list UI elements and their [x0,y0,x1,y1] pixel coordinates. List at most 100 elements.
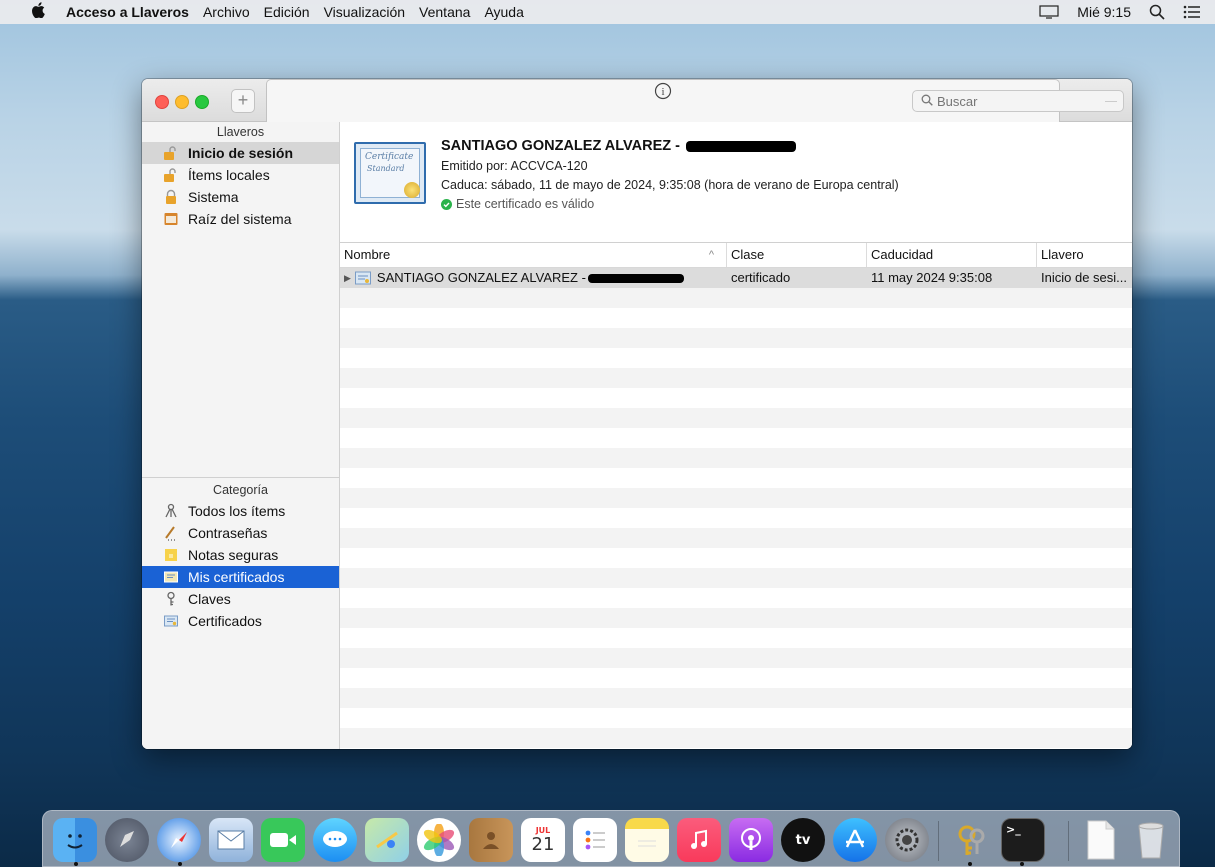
dock-reminders-icon[interactable] [573,818,617,862]
sidebar: Llaveros Inicio de sesión Ítems locales … [142,122,340,749]
airplay-display-icon[interactable] [1039,5,1059,19]
sidebar-item-label: Raíz del sistema [188,211,292,227]
notification-center-icon[interactable] [1183,5,1201,19]
dock-notes-icon[interactable] [625,818,669,862]
empty-table-row [340,688,1132,708]
empty-rows [340,288,1132,748]
menu-ayuda[interactable]: Ayuda [484,4,523,20]
empty-table-row [340,608,1132,628]
certificate-icon [162,569,180,585]
sidebar-item-raiz-del-sistema[interactable]: Raíz del sistema [142,208,339,230]
dock-finder-icon[interactable] [53,818,97,862]
certificate-issuer: Emitido por: ACCVCA-120 [441,159,588,173]
spotlight-icon[interactable] [1149,4,1165,20]
column-header-llavero[interactable]: Llavero [1037,243,1132,267]
search-icon [921,94,933,109]
dock-running-indicator [1020,862,1024,866]
pen-icon [162,525,180,541]
empty-table-row [340,668,1132,688]
search-input[interactable] [937,93,1087,109]
dock-mail-icon[interactable] [209,818,253,862]
info-icon: i [654,82,672,100]
row-keychain: Inicio de sesi... [1041,270,1127,285]
sidebar-item-label: Ítems locales [188,167,270,183]
empty-table-row [340,428,1132,448]
empty-table-row [340,388,1132,408]
dock-app-store-icon[interactable] [833,818,877,862]
search-divider [1105,101,1117,102]
apple-menu-icon[interactable] [30,2,48,22]
window-toolbar: + i [142,79,1132,201]
menu-visualizacion[interactable]: Visualización [324,4,405,20]
dock-photos-icon[interactable] [417,818,461,862]
dock-trash-icon[interactable] [1129,818,1173,862]
empty-table-row [340,288,1132,308]
certificate-summary: Certificate Standard SANTIAGO GONZALEZ A… [340,122,1132,243]
sidebar-item-label: Certificados [188,613,262,629]
menu-archivo[interactable]: Archivo [203,4,250,20]
dock-separator [1068,821,1069,861]
dock-system-preferences-icon[interactable] [885,818,929,862]
sidebar-item-certificados[interactable]: Certificados [142,610,339,632]
dock-document-icon[interactable] [1079,818,1123,862]
keychains-header: Llaveros [216,125,265,139]
dock-keychain-access-icon[interactable] [949,818,993,862]
dock-tv-icon[interactable]: tv [781,818,825,862]
column-header-caducidad[interactable]: Caducidad [867,243,1037,267]
cabinet-icon [162,211,180,227]
empty-table-row [340,508,1132,528]
menu-app-name[interactable]: Acceso a Llaveros [66,4,189,20]
column-header-nombre[interactable]: Nombre ^ [340,243,727,267]
dock-facetime-icon[interactable] [261,818,305,862]
empty-table-row [340,468,1132,488]
dock-launchpad-icon[interactable] [105,818,149,862]
row-name: SANTIAGO GONZALEZ ALVAREZ - [376,270,586,285]
dock-running-indicator [968,862,972,866]
add-item-button[interactable]: + [231,89,255,113]
key-icon [162,591,180,607]
table-row[interactable]: ▶ SANTIAGO GONZALEZ ALVAREZ - certificad… [340,268,1132,288]
sidebar-item-mis-certificados[interactable]: Mis certificados [142,566,339,588]
close-window-button[interactable] [155,95,169,109]
dock-music-icon[interactable] [677,818,721,862]
certificate-title: SANTIAGO GONZALEZ ALVAREZ - [441,138,796,154]
sidebar-item-label: Claves [188,591,231,607]
dock-safari-icon[interactable] [157,818,201,862]
certificate-thumb-text: Certificate [365,152,414,162]
empty-table-row [340,588,1132,608]
certificate-icon [162,613,180,629]
search-field[interactable] [912,90,1124,112]
empty-table-row [340,648,1132,668]
unlocked-padlock-icon [162,167,180,183]
sidebar-item-notas-seguras[interactable]: Notas seguras [142,544,339,566]
dock-terminal-icon[interactable]: >_ [1001,818,1045,862]
sidebar-item-claves[interactable]: Claves [142,588,339,610]
keys-icon [162,503,180,519]
sidebar-item-contrasenas[interactable]: Contraseñas [142,522,339,544]
menu-edicion[interactable]: Edición [264,4,310,20]
sidebar-item-todos-los-items[interactable]: Todos los ítems [142,500,339,522]
dock-podcasts-icon[interactable] [729,818,773,862]
menu-ventana[interactable]: Ventana [419,4,470,20]
minimize-window-button[interactable] [175,95,189,109]
dock: JUL 21 tv >_ [42,810,1180,867]
category-header: Categoría [213,483,268,497]
sidebar-item-sistema[interactable]: Sistema [142,186,339,208]
dock-contacts-icon[interactable] [469,818,513,862]
dock-messages-icon[interactable] [313,818,357,862]
empty-table-row [340,308,1132,328]
disclosure-triangle-icon[interactable]: ▶ [344,268,351,288]
certificate-thumbnail-icon: Certificate Standard [354,142,426,204]
empty-table-row [340,628,1132,648]
keychain-window: + i Llaveros Inicio de sesión Ítems loca… [142,79,1132,749]
clock[interactable]: Mié 9:15 [1077,4,1131,20]
zoom-window-button[interactable] [195,95,209,109]
sidebar-item-items-locales[interactable]: Ítems locales [142,164,339,186]
items-table: Nombre ^ Clase Caducidad Llavero ▶ SANTI… [340,243,1132,748]
dock-maps-icon[interactable] [365,818,409,862]
column-header-clase[interactable]: Clase [727,243,867,267]
table-header: Nombre ^ Clase Caducidad Llavero [340,243,1132,268]
sidebar-item-inicio-de-sesion[interactable]: Inicio de sesión [142,142,339,164]
dock-calendar-icon[interactable]: JUL 21 [521,818,565,862]
padlock-icon [162,189,180,205]
